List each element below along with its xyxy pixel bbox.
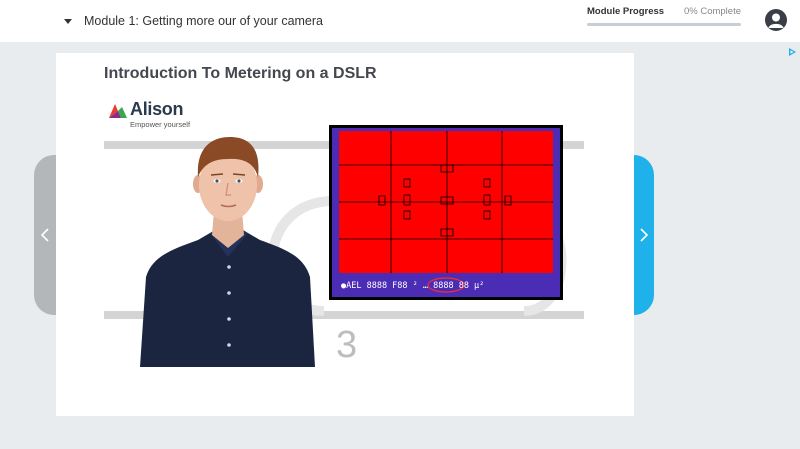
previous-slide-button[interactable] (34, 155, 58, 315)
viewfinder-readout: ●AEL 8888 F88 ² … 8888 88 µ² (341, 281, 484, 291)
presenter-video (140, 137, 315, 367)
module-progress: Module Progress 0% Complete (587, 6, 741, 26)
top-bar: Module 1: Getting more our of your camer… (0, 0, 800, 42)
module-title[interactable]: Module 1: Getting more our of your camer… (84, 14, 323, 28)
progress-percent: 0% Complete (683, 6, 741, 17)
chevron-left-icon[interactable] (37, 226, 55, 244)
user-icon[interactable] (765, 9, 787, 31)
lesson-title: Introduction To Metering on a DSLR (104, 65, 377, 82)
alison-logo-icon (109, 104, 127, 118)
viewfinder-diagram: ●AEL 8888 F88 ² … 8888 88 µ² (329, 125, 563, 300)
viewfinder-graphic: ●AEL 8888 F88 ² … 8888 88 µ² (332, 128, 560, 297)
slide-number: 3 (336, 324, 358, 366)
caret-down-icon[interactable] (64, 19, 72, 24)
slide-card: Introduction To Metering on a DSLR 3 Ali… (56, 53, 634, 416)
module-toggle[interactable]: Module 1: Getting more our of your camer… (64, 12, 323, 30)
user-avatar[interactable] (765, 9, 787, 31)
progress-bar (587, 23, 741, 26)
next-slide-button[interactable] (634, 155, 654, 315)
progress-label: Module Progress (587, 6, 665, 17)
ad-choices-icon[interactable] (787, 47, 797, 57)
chevron-right-icon[interactable] (635, 226, 653, 244)
